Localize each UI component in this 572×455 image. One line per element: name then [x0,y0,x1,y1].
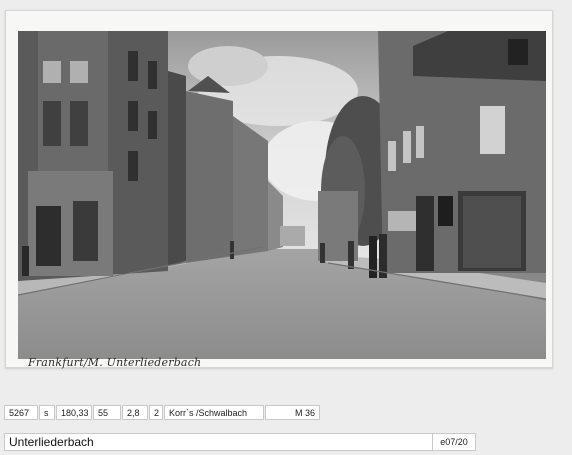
photo-caption: Frankfurt/M. Unterliederbach [28,356,202,369]
record-value: 180,33 [56,405,92,420]
street-photograph [18,31,546,359]
record-category: M 36 [265,405,320,420]
postcard: Frankfurt/M. Unterliederbach [5,10,553,369]
record-scale: 2,8 [122,405,148,420]
record-title-row: Unterliederbach e07/20 [4,433,476,451]
record-number: 5267 [4,405,38,420]
record-page: 55 [93,405,121,420]
record-type: s [39,405,55,420]
street-scene-image [18,31,546,359]
record-metadata-row: 5267 s 180,33 55 2,8 2 Korr`s /Schwalbac… [4,405,321,421]
record-code: e07/20 [432,434,475,450]
record-copies: 2 [149,405,163,420]
record-title: Unterliederbach [9,435,94,449]
record-publisher: Korr`s /Schwalbach [164,405,264,420]
